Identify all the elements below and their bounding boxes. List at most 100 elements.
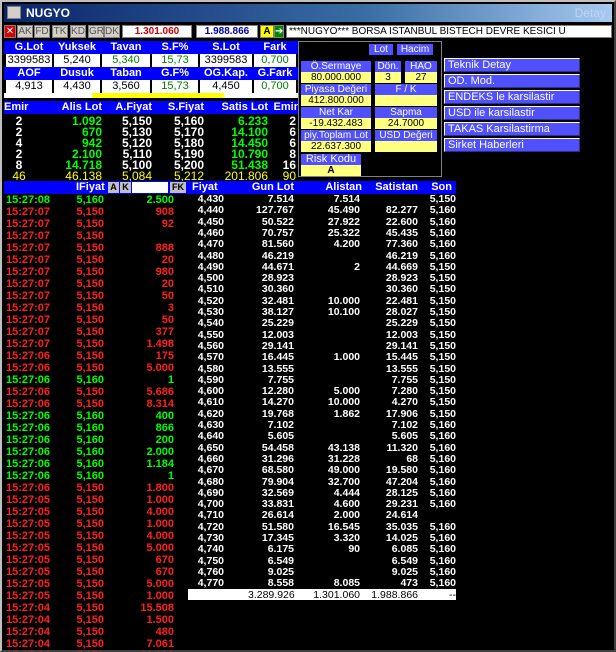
level-row[interactable]: 4,580 13.555 13.555 5,150 (188, 363, 456, 375)
level-row[interactable]: 4,640 5.605 5.605 5,160 (188, 430, 456, 442)
toolbar-button-tk[interactable]: TK (52, 25, 68, 38)
arrow-right-icon[interactable]: ➔ (274, 25, 284, 38)
level-row[interactable]: 4,550 12.003 12.003 5,150 (188, 329, 456, 341)
level-row[interactable]: 4,460 70.757 25.322 45.435 5,160 (188, 227, 456, 239)
depth-row[interactable]: 4 942 5,120 5,180 14.450 6 (4, 136, 298, 150)
side-button-5[interactable]: Sirket Haberleri (444, 138, 580, 152)
trade-row[interactable]: 15:27:07 5,150 888 (4, 242, 188, 254)
level-row[interactable]: 4,620 19.768 1.862 17.906 5,150 (188, 408, 456, 420)
trade-row[interactable]: 15:27:06 5,160 400 (4, 410, 188, 422)
level-row[interactable]: 4,760 9.025 9.025 5,160 (188, 566, 456, 578)
trade-row[interactable]: 15:27:07 5,150 50 (4, 314, 188, 326)
trade-row[interactable]: 15:27:05 5,150 4.000 (4, 530, 188, 542)
trades-filter-k[interactable]: K (120, 182, 131, 193)
trades-filter-fk[interactable]: FK (170, 182, 186, 193)
level-row[interactable]: 4,770 8.558 8.085 473 5,160 (188, 577, 456, 589)
level-row[interactable]: 4,500 28.923 28.923 5,150 (188, 272, 456, 284)
level-row[interactable]: 4,470 81.560 4.200 77.360 5,160 (188, 238, 456, 250)
trade-row[interactable]: 15:27:08 5,160 2.500 (4, 194, 188, 206)
trade-row[interactable]: 15:27:06 5,150 5.000 (4, 362, 188, 374)
trade-row[interactable]: 15:27:04 5,150 480 (4, 626, 188, 638)
trade-row[interactable]: 15:27:05 5,150 670 (4, 566, 188, 578)
trade-row[interactable]: 15:27:05 5,150 670 (4, 554, 188, 566)
level-row[interactable]: 4,440 127.767 45.490 82.277 5,160 (188, 204, 456, 216)
trade-row[interactable]: 15:27:07 5,150 92 (4, 218, 188, 230)
trade-row[interactable]: 15:27:06 5,160 200 (4, 434, 188, 446)
trade-row[interactable]: 15:27:06 5,160 2.000 (4, 446, 188, 458)
level-row[interactable]: 4,430 7.514 7.514 5,150 (188, 193, 456, 205)
trade-row[interactable]: 15:27:04 5,150 7.061 (4, 638, 188, 650)
depth-row[interactable]: 2 2.100 5,110 5,190 10.790 8 (4, 147, 298, 161)
trade-row[interactable]: 15:27:07 5,150 20 (4, 278, 188, 290)
level-row[interactable]: 4,650 54.458 43.138 11.320 5,160 (188, 442, 456, 454)
toolbar-button-kd[interactable]: KD (70, 25, 86, 38)
level-row[interactable]: 4,590 7.755 7.755 5,150 (188, 374, 456, 386)
level-row[interactable]: 4,660 31.296 31.228 68 5,160 (188, 453, 456, 465)
level-row[interactable]: 4,750 6.549 6.549 5,160 (188, 555, 456, 567)
level-row[interactable]: 4,720 51.580 16.545 35.035 5,160 (188, 521, 456, 533)
title-bar[interactable]: NUGYO Detay (4, 4, 612, 22)
side-button-0[interactable]: Teknik Detay (444, 58, 580, 72)
depth-row[interactable]: 2 670 5,130 5,170 14.100 6 (4, 125, 298, 139)
trade-row[interactable]: 15:27:05 5,150 5.000 (4, 578, 188, 590)
level-row[interactable]: 4,600 12.280 5.000 7.280 5,150 (188, 385, 456, 397)
trade-row[interactable]: 15:27:07 5,150 908 (4, 206, 188, 218)
level-row[interactable]: 4,730 17.345 3.320 14.025 5,160 (188, 532, 456, 544)
lot-toggle[interactable]: Lot (369, 44, 393, 55)
toolbar-button-dk[interactable]: DK (104, 25, 120, 38)
trade-row[interactable]: 15:27:07 5,150 20 (4, 254, 188, 266)
level-row[interactable]: 4,740 6.175 90 6.085 5,160 (188, 543, 456, 555)
trade-row[interactable]: 15:27:06 5,160 1 (4, 374, 188, 386)
level-row[interactable]: 4,450 50.522 27.922 22.600 5,160 (188, 216, 456, 228)
trade-row[interactable]: 15:27:07 5,150 377 (4, 326, 188, 338)
trade-row[interactable]: 15:27:07 5,150 1.498 (4, 338, 188, 350)
depth-row[interactable]: 46 46.138 5,084 5,212 201.806 90 (4, 169, 298, 183)
trades-filter-a[interactable]: A (108, 182, 119, 193)
toolbar-button-ak[interactable]: AK (17, 25, 33, 38)
level-row[interactable]: 4,680 79.904 32.700 47.204 5,160 (188, 476, 456, 488)
level-row[interactable]: 4,490 44.671 2 44.669 5,150 (188, 261, 456, 273)
trade-row[interactable]: 15:27:04 5,150 15.508 (4, 602, 188, 614)
trade-row[interactable]: 15:27:05 5,150 1.000 (4, 590, 188, 602)
side-button-3[interactable]: USD ile karsilastir (444, 106, 580, 120)
trade-row[interactable]: 15:27:06 5,150 175 (4, 350, 188, 362)
side-button-1[interactable]: OD. Mod. (444, 74, 580, 88)
close-icon[interactable]: ✕ (4, 25, 16, 38)
trade-row[interactable]: 15:27:06 5,150 8.314 (4, 398, 188, 410)
level-row[interactable]: 4,540 25.229 25.229 5,150 (188, 317, 456, 329)
trade-row[interactable]: 15:27:06 5,150 5.686 (4, 386, 188, 398)
level-row[interactable]: 4,710 26.614 2.000 24.614 (188, 509, 456, 521)
level-row[interactable]: 4,610 14.270 10.000 4.270 5,150 (188, 396, 456, 408)
trade-row[interactable]: 15:27:05 5,150 1.000 (4, 494, 188, 506)
trade-row[interactable]: 15:27:07 5,150 3 (4, 302, 188, 314)
level-row[interactable]: 4,510 30.360 30.360 5,150 (188, 283, 456, 295)
side-button-4[interactable]: TAKAS Karsilastirma (444, 122, 580, 136)
level-row[interactable]: 4,670 68.580 49.000 19.580 5,160 (188, 464, 456, 476)
news-ticker[interactable]: ***NUGYO*** BORSA ISTANBUL BISTECH DEVRE… (286, 25, 612, 38)
level-row[interactable]: 4,480 46.219 46.219 5,160 (188, 250, 456, 262)
trade-row[interactable]: 15:27:04 5,150 1.500 (4, 614, 188, 626)
trade-row[interactable]: 15:27:07 5,150 980 (4, 266, 188, 278)
depth-row[interactable]: 2 1.092 5,150 5,160 6.233 2 (4, 114, 298, 128)
level-row[interactable]: 4,700 33.831 4.600 29.231 5,160 (188, 498, 456, 510)
level-row[interactable]: 4,570 16.445 1.000 15.445 5,150 (188, 351, 456, 363)
side-button-2[interactable]: ENDEKS le karsilastir (444, 90, 580, 104)
trade-row[interactable]: 15:27:06 5,150 1.800 (4, 482, 188, 494)
trade-row[interactable]: 15:27:06 5,160 1.184 (4, 458, 188, 470)
level-row[interactable]: 4,520 32.481 10.000 22.481 5,150 (188, 295, 456, 307)
trade-row[interactable]: 15:27:07 5,150 50 (4, 290, 188, 302)
trade-row[interactable]: 15:27:05 5,150 4.000 (4, 506, 188, 518)
toolbar-button-fd[interactable]: FD (34, 25, 50, 38)
level-row[interactable]: 4,630 7.102 7.102 5,160 (188, 419, 456, 431)
trade-row[interactable]: 15:27:05 5,150 5.000 (4, 542, 188, 554)
depth-row[interactable]: 8 14.718 5,100 5,200 51.438 16 (4, 158, 298, 172)
level-row[interactable]: 4,690 32.569 4.444 28.125 5,160 (188, 487, 456, 499)
trade-row[interactable]: 15:27:06 5,160 1 (4, 470, 188, 482)
trade-row[interactable]: 15:27:05 5,150 1.000 (4, 518, 188, 530)
trades-filter-input[interactable] (132, 182, 168, 193)
level-row[interactable]: 4,560 29.141 29.141 5,150 (188, 340, 456, 352)
trade-row[interactable]: 15:27:07 5,150 (4, 230, 188, 242)
level-row[interactable]: 4,530 38.127 10.100 28.027 5,150 (188, 306, 456, 318)
trade-row[interactable]: 15:27:06 5,160 866 (4, 422, 188, 434)
toolbar-button-gr[interactable]: GR (88, 25, 104, 38)
